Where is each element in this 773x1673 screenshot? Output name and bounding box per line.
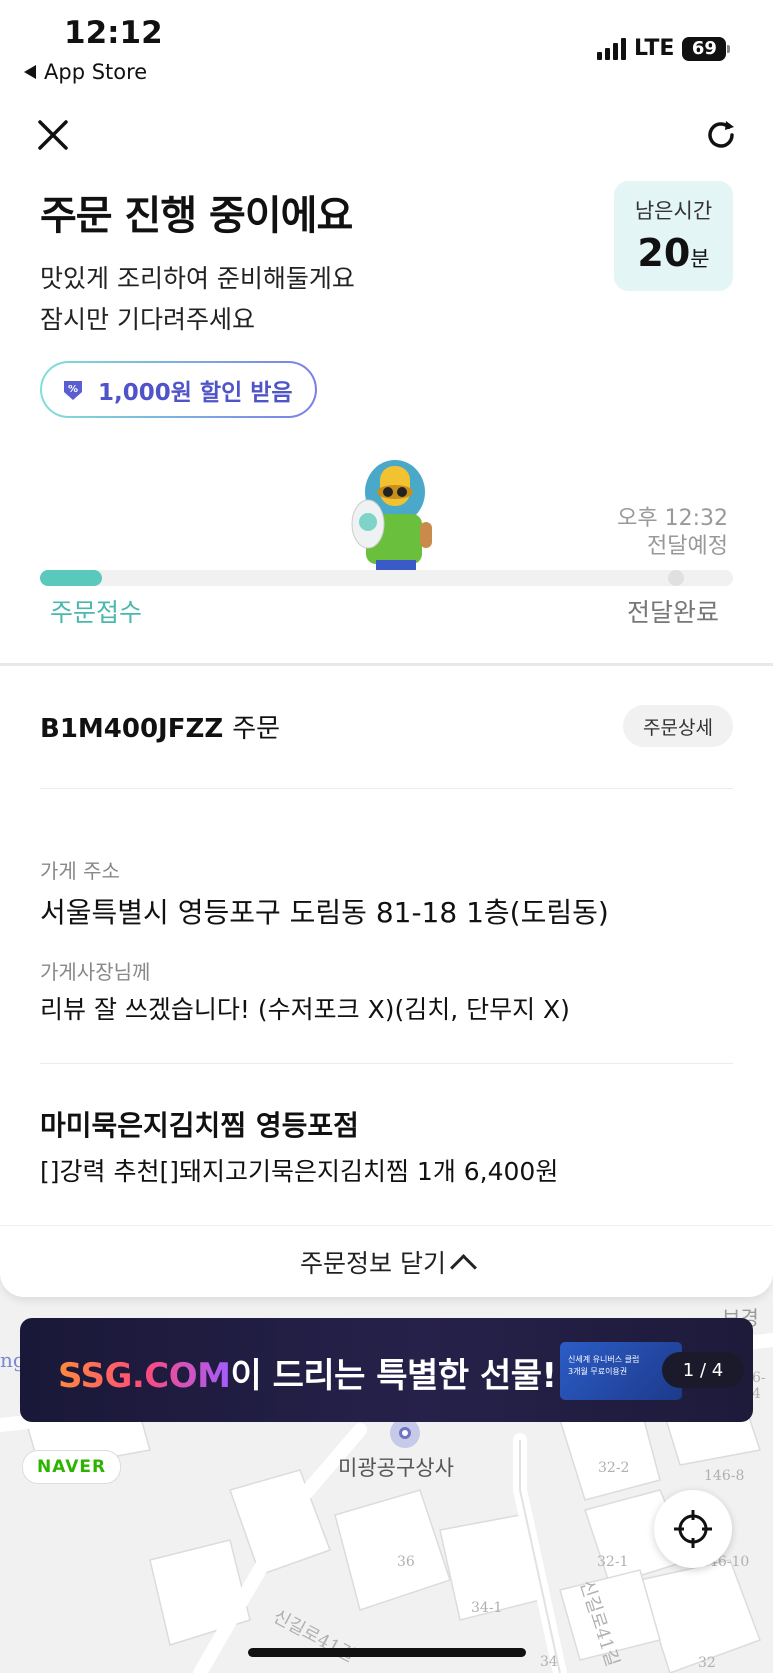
network-type: LTE (634, 36, 675, 61)
signal-icon (597, 37, 626, 60)
eta: 오후 12:32 전달예정 (600, 505, 728, 561)
owner-request-value: 리뷰 잘 쓰겠습니다! (수저포크 X)(김치, 단무지 X) (40, 995, 570, 1024)
ad-headline: SSG.COM이 드리는 특별한 선물! (58, 1348, 557, 1397)
store-address-value: 서울특별시 영등포구 도림동 81-18 1층(도림동) (40, 896, 609, 929)
delivery-character-illustration (351, 460, 432, 572)
svg-text:%: % (68, 384, 78, 395)
chevron-up-icon (450, 1253, 477, 1281)
divider (40, 788, 733, 789)
remaining-time-number: 20 (637, 231, 691, 275)
progress-track (40, 570, 733, 586)
close-icon[interactable] (36, 118, 70, 152)
naver-logo: NAVER (22, 1450, 122, 1484)
discount-badge-icon: % (64, 380, 82, 400)
ad-card-line2: 3개월 무료이용권 (568, 1367, 628, 1376)
map-label: 146-8 (704, 1468, 745, 1484)
step-order-received: 주문접수 (50, 598, 143, 627)
order-id-suffix: 주문 (232, 714, 281, 744)
ad-text: 이 드리는 특별한 선물! (230, 1356, 557, 1396)
progress-fill (40, 570, 103, 586)
back-arrow-icon (24, 65, 36, 79)
map-label: 36 (397, 1554, 415, 1570)
map-label: 32-1 (597, 1554, 629, 1570)
step-delivered: 전달완료 (627, 598, 720, 627)
order-id: B1M400JFZZ (40, 714, 224, 744)
map-label: 32 (698, 1655, 716, 1671)
page-title: 주문 진행 중이에요 (40, 193, 353, 239)
store-address-label: 가게 주소 (40, 859, 120, 883)
remaining-time-value: 20분 (614, 231, 733, 275)
progress-end-dot (668, 570, 684, 586)
eta-label: 전달예정 (647, 534, 728, 559)
discount-badge[interactable]: % 1,000원 할인 받음 (40, 361, 317, 418)
status-message-line: 맛있게 조리하여 준비해둘게요 (40, 264, 355, 293)
status-time: 12:12 (64, 15, 163, 51)
map-label: 32-2 (598, 1460, 630, 1476)
locate-button[interactable] (654, 1490, 732, 1568)
map-pin-icon[interactable] (390, 1418, 420, 1448)
remaining-time-label: 남은시간 (634, 199, 713, 223)
order-number: B1M400JFZZ 주문 (40, 708, 280, 745)
store-name: 마미묵은지김치찜 영등포점 (40, 1109, 359, 1142)
ad-page-counter: 1 / 4 (662, 1352, 744, 1388)
close-order-info-button[interactable]: 주문정보 닫기 (0, 1225, 773, 1298)
home-indicator[interactable] (248, 1648, 526, 1657)
status-message-line: 잠시만 기다려주세요 (40, 305, 255, 334)
battery-icon: 69 (682, 36, 731, 61)
divider (40, 1063, 733, 1064)
map-label: 34 (540, 1654, 558, 1670)
remaining-time-box: 남은시간 20분 (614, 181, 733, 291)
close-order-info-label: 주문정보 닫기 (300, 1249, 446, 1278)
back-to-app-button[interactable]: App Store (24, 60, 147, 84)
ad-banner[interactable]: SSG.COM이 드리는 특별한 선물! 신세계 유니버스 클럽 3개월 무료이… (20, 1318, 753, 1422)
refresh-icon[interactable] (704, 118, 738, 152)
remaining-time-unit: 분 (690, 247, 710, 271)
status-indicators: LTE 69 (597, 36, 731, 61)
order-detail-button[interactable]: 주문상세 (623, 705, 733, 747)
order-status-sheet: 12:12 App Store LTE 69 주문 진행 중이에요 맛있게 조리… (0, 0, 773, 1297)
status-message: 맛있게 조리하여 준비해둘게요 잠시만 기다려주세요 (40, 258, 355, 340)
owner-request-label: 가게사장님께 (40, 960, 151, 984)
order-item: []강력 추천[]돼지고기묵은지김치찜 1개 6,400원 (40, 1157, 559, 1186)
eta-time: 오후 12:32 (617, 506, 728, 531)
ad-brand: SSG.COM (58, 1356, 231, 1396)
ad-card-line1: 신세계 유니버스 클럽 (568, 1355, 640, 1364)
back-app-label: App Store (44, 60, 148, 84)
poi-label[interactable]: 미광공구상사 (338, 1452, 454, 1482)
map-label: 34-1 (471, 1600, 503, 1616)
discount-badge-label: 1,000원 할인 받음 (98, 379, 293, 406)
locate-icon (674, 1510, 712, 1548)
map-label: 6-4 (752, 1370, 766, 1402)
section-divider (0, 663, 773, 666)
